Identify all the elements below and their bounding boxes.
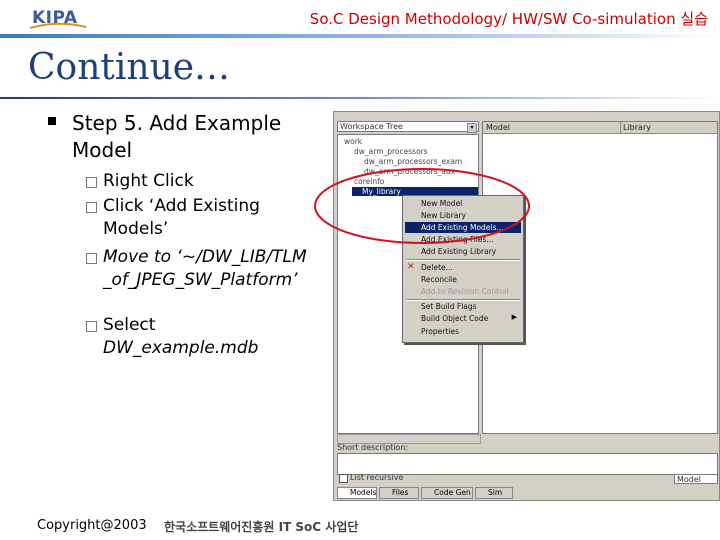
column-divider xyxy=(620,122,621,133)
list-recursive-checkbox[interactable] xyxy=(339,474,348,483)
menu-item-delete[interactable]: Delete... xyxy=(421,263,453,272)
main-bullet-icon xyxy=(48,117,56,125)
footer-organization: 한국소프트웨어진흥원 IT SoC 사업단 xyxy=(164,520,359,534)
tab-sim[interactable]: Sim xyxy=(475,487,513,499)
model-filter-field[interactable]: Model xyxy=(674,474,718,484)
model-column-header[interactable]: Model xyxy=(486,123,510,132)
checkbox-bullet-icon xyxy=(86,321,97,332)
slide-title: Continue… xyxy=(28,47,231,88)
tab-sim-label: Sim xyxy=(488,488,503,497)
tab-files-label: Files xyxy=(392,488,409,497)
model-filter-text: Model xyxy=(677,475,702,484)
bullet-right-click: Right Click xyxy=(103,171,194,191)
logo-swoosh-icon xyxy=(30,22,86,29)
tree-item[interactable]: dw_arm_processors xyxy=(354,147,428,156)
tab-code-gen-label: Code Gen xyxy=(434,488,471,497)
header-divider xyxy=(0,34,720,38)
tab-models[interactable]: Models xyxy=(337,487,377,499)
annotation-ellipse xyxy=(314,168,530,244)
menu-item-build-object-code[interactable]: Build Object Code xyxy=(421,314,488,323)
title-divider xyxy=(0,97,720,99)
tree-item-work[interactable]: work xyxy=(344,137,362,146)
step-heading: Step 5. Add Example Model xyxy=(72,111,282,162)
header-title: So.C Design Methodology/ HW/SW Co-simula… xyxy=(309,10,708,28)
bullet-add-existing: Click ‘Add Existing Models’ xyxy=(103,196,260,239)
short-description-field[interactable] xyxy=(337,453,718,475)
tab-files[interactable]: Files xyxy=(379,487,419,499)
footer-copyright: Copyright@2003 xyxy=(37,518,147,533)
bullet-move-to: Move to ‘~/DW_LIB/TLM_of_JPEG_SW_Platfor… xyxy=(103,247,307,290)
menu-item-revision-control: Add to Revision Control xyxy=(421,287,509,296)
bullet-select-label: Select xyxy=(103,315,156,335)
menu-separator xyxy=(406,259,520,261)
bullet-select-file: DW_example.mdb xyxy=(103,338,259,358)
library-column-header[interactable]: Library xyxy=(623,123,651,132)
checkbox-bullet-icon xyxy=(86,177,97,188)
tab-models-label: Models xyxy=(350,488,377,497)
menu-item-reconcile[interactable]: Reconcile xyxy=(421,275,457,284)
kipa-logo: KIPA xyxy=(30,8,86,30)
menu-separator xyxy=(406,299,520,301)
checkbox-bullet-icon xyxy=(86,202,97,213)
tab-code-gen[interactable]: Code Gen xyxy=(421,487,473,499)
checkbox-bullet-icon xyxy=(86,253,97,264)
short-description-label: Short description: xyxy=(337,443,409,452)
dropdown-arrow-icon[interactable]: ▾ xyxy=(467,123,477,133)
workspace-label: Workspace Tree xyxy=(340,122,403,131)
bullet-select: Select DW_example.mdb xyxy=(103,314,303,360)
delete-x-icon: ✕ xyxy=(407,262,415,272)
list-header: Model Library xyxy=(483,122,717,134)
workspace-combo[interactable]: Workspace Tree ▾ xyxy=(337,121,479,133)
menu-item-properties[interactable]: Properties xyxy=(421,327,459,336)
submenu-arrow-icon: ▶ xyxy=(511,313,517,321)
menu-item-set-build-flags[interactable]: Set Build Flags xyxy=(421,302,477,311)
list-recursive-label: List recursive xyxy=(350,473,404,482)
